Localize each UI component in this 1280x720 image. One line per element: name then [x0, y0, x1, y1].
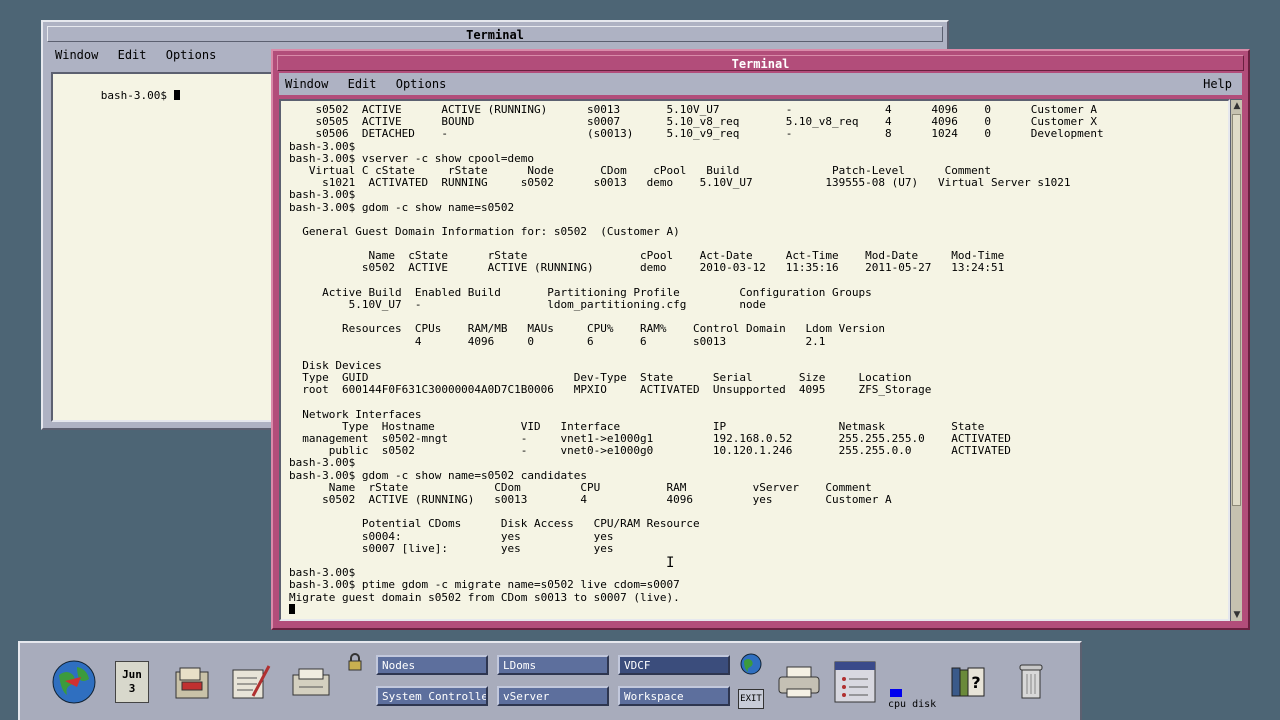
terminal-line: bash-3.00$: [289, 188, 356, 202]
front-terminal-scrollbar[interactable]: ▲ ▼: [1230, 99, 1242, 621]
terminal-line: bash-3.00$ ptime gdom -c migrate name=s0…: [289, 578, 680, 592]
text-cursor: [173, 90, 180, 101]
back-terminal-prompt: bash-3.00$: [100, 89, 174, 103]
terminal-line: s1021 ACTIVATED RUNNING s0502 s0013 demo…: [289, 176, 1071, 190]
lock-icon[interactable]: [346, 649, 364, 675]
back-menu-edit[interactable]: Edit: [118, 48, 147, 62]
scroll-down-arrow-icon[interactable]: ▼: [1232, 610, 1242, 620]
terminal-line: s0004: yes yes: [289, 529, 614, 543]
back-terminal-title: Terminal: [466, 28, 524, 42]
cpu-meter-bar: [890, 689, 902, 697]
front-menu-window[interactable]: Window: [285, 77, 328, 91]
style-manager-icon[interactable]: [828, 649, 882, 715]
mailer-icon[interactable]: [286, 649, 336, 715]
cpu-disk-meter[interactable]: cpu disk: [886, 653, 942, 711]
terminal-line: bash-3.00$ gdom -c show name=s0502 candi…: [289, 468, 588, 482]
terminal-line: [289, 603, 1104, 616]
front-terminal-titlebar[interactable]: Terminal: [277, 55, 1244, 71]
terminal-line: s0506 DETACHED - (s0013) 5.10_v9_req - 8…: [289, 127, 1104, 141]
printer-icon[interactable]: [772, 649, 826, 715]
file-manager-icon[interactable]: [168, 649, 216, 715]
terminal-line: s0007 [live]: yes yes: [289, 541, 614, 555]
front-menu-help[interactable]: Help: [1203, 73, 1232, 95]
front-terminal-title: Terminal: [731, 57, 790, 71]
front-menu-edit[interactable]: Edit: [348, 77, 377, 91]
text-cursor: [289, 603, 295, 614]
back-menu-window[interactable]: Window: [55, 48, 98, 62]
workspace-vdcf-button[interactable]: VDCF: [618, 655, 730, 675]
front-terminal-menubar: Window Edit Options Help: [279, 73, 1242, 95]
workspace-nodes-button[interactable]: Nodes: [376, 655, 488, 675]
terminal-line: 5.10V_U7 - ldom_partitioning.cfg node: [289, 298, 766, 311]
front-terminal-window[interactable]: Terminal Window Edit Options Help s0502 …: [271, 49, 1250, 630]
text-editor-icon[interactable]: [226, 649, 276, 715]
terminal-line: Potential CDoms Disk Access CPU/RAM Reso…: [289, 517, 700, 531]
terminal-line: root 600144F0F631C30000004A0D7C1B0006 MP…: [289, 383, 932, 397]
terminal-line: s0502 ACTIVE ACTIVE (RUNNING) demo 2010-…: [289, 261, 1005, 275]
exit-button[interactable]: EXIT: [738, 689, 764, 709]
scroll-up-arrow-icon[interactable]: ▲: [1232, 101, 1242, 111]
globe-icon[interactable]: [46, 649, 102, 715]
busy-globe-icon: [738, 651, 764, 677]
help-manager-icon[interactable]: ?: [942, 649, 996, 715]
cpu-disk-label: cpu disk: [888, 699, 937, 710]
terminal-line: s0502 ACTIVE (RUNNING) s0013 4 4096 yes …: [289, 493, 892, 506]
terminal-line: 4 4096 0 6 6 s0013 2.1: [289, 334, 826, 348]
workspace-workspace-button[interactable]: Workspace: [618, 686, 730, 706]
svg-text:?: ?: [971, 673, 980, 692]
back-menu-options[interactable]: Options: [166, 48, 217, 62]
terminal-line: bash-3.00$: [289, 139, 356, 153]
terminal-line: General Guest Domain Information for: s0…: [289, 224, 680, 238]
terminal-output: s0502 ACTIVE ACTIVE (RUNNING) s0013 5.10…: [289, 103, 1104, 616]
calendar-day: 3: [128, 682, 136, 695]
terminal-line: public s0502 - vnet0->e1000g0 10.120.1.2…: [289, 444, 1011, 458]
calendar-month: Jun: [122, 668, 142, 681]
terminal-line: bash-3.00$ gdom -c show name=s0502: [289, 200, 515, 214]
workspace-ldoms-button[interactable]: LDoms: [497, 655, 609, 675]
workspace-system-controller-button[interactable]: System Controlle: [376, 686, 488, 706]
terminal-line: Resources CPUs RAM/MB MAUs CPU% RAM% Con…: [289, 322, 886, 336]
terminal-line: bash-3.00$: [289, 456, 356, 470]
cde-front-panel: Jun 3 Nodes LDoms VDCF System Controlle …: [18, 641, 1082, 720]
calendar-icon[interactable]: Jun 3: [110, 649, 154, 715]
terminal-line: Migrate guest domain s0502 from CDom s00…: [289, 590, 680, 604]
trash-can-icon[interactable]: [1006, 649, 1056, 715]
workspace-vserver-button[interactable]: vServer: [497, 686, 609, 706]
mouse-ibeam-cursor: I: [666, 555, 675, 571]
scroll-thumb[interactable]: [1232, 114, 1241, 506]
front-terminal-screen[interactable]: s0502 ACTIVE ACTIVE (RUNNING) s0013 5.10…: [279, 99, 1230, 621]
front-menu-options[interactable]: Options: [396, 77, 447, 91]
back-terminal-titlebar[interactable]: Terminal: [47, 26, 943, 42]
